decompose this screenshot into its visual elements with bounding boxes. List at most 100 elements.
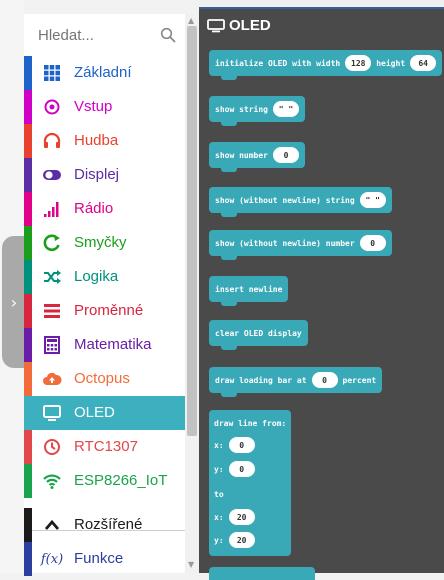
monitor-icon bbox=[43, 405, 61, 421]
wifi-icon bbox=[43, 474, 61, 489]
block-clear-oled[interactable]: clear OLED display bbox=[209, 320, 308, 350]
block-text: draw loading bar at bbox=[215, 375, 307, 385]
scrollbar-thumb[interactable] bbox=[187, 26, 197, 436]
block-show-number-no-newline[interactable]: show (without newline) number 0 bbox=[209, 230, 392, 260]
category-matematika[interactable]: Matematika bbox=[24, 328, 185, 362]
category-color-bar bbox=[24, 226, 32, 260]
width-value-pill[interactable]: 128 bbox=[345, 55, 372, 71]
signal-icon bbox=[44, 202, 59, 217]
block-text: show number bbox=[215, 150, 268, 160]
monitor-icon bbox=[207, 18, 225, 32]
block-partial-next[interactable] bbox=[209, 567, 315, 580]
search-icon[interactable] bbox=[160, 27, 176, 43]
draw-line-y2-row: y: 20 bbox=[214, 532, 255, 548]
category-rozsirene[interactable]: Rozšířené bbox=[24, 508, 185, 542]
flyout-title: OLED bbox=[207, 17, 271, 34]
category-label: Rozšířené bbox=[74, 516, 143, 533]
flyout-top-accent bbox=[199, 7, 444, 9]
category-color-bar bbox=[24, 56, 32, 90]
category-esp8266-iot[interactable]: ESP8266_IoT bbox=[24, 464, 185, 498]
scroll-up-icon[interactable]: ▲ bbox=[188, 16, 194, 25]
percent-value-pill[interactable]: 0 bbox=[311, 372, 338, 388]
block-notch bbox=[221, 393, 237, 397]
block-text: insert newline bbox=[215, 284, 283, 294]
category-color-bar bbox=[24, 192, 32, 226]
category-label: Hudba bbox=[74, 132, 119, 149]
block-text: height bbox=[376, 58, 406, 68]
draw-line-title: draw line from: bbox=[214, 419, 287, 428]
calculator-icon bbox=[44, 336, 60, 354]
x-label: x: bbox=[214, 440, 224, 450]
block-notch bbox=[221, 168, 237, 172]
block-draw-line[interactable]: draw line from: x: 0 y: 0 to x: 20 y: 20 bbox=[209, 410, 291, 556]
y2-value-pill[interactable]: 20 bbox=[228, 532, 255, 548]
category-label: Matematika bbox=[74, 336, 152, 353]
function-icon: f(x) bbox=[40, 551, 64, 567]
search-bar bbox=[24, 14, 185, 56]
collapse-toolbox-tab[interactable]: › bbox=[2, 236, 26, 368]
block-draw-loading-bar[interactable]: draw loading bar at 0 percent bbox=[209, 367, 383, 397]
category-logika[interactable]: Logika bbox=[24, 260, 185, 294]
block-text: show (without newline) number bbox=[215, 238, 355, 248]
category-hudba[interactable]: Hudba bbox=[24, 124, 185, 158]
block-show-number[interactable]: show number 0 bbox=[209, 142, 305, 172]
string-value-pill[interactable]: " " bbox=[359, 192, 386, 208]
x2-value-pill[interactable]: 20 bbox=[228, 509, 255, 525]
target-icon bbox=[44, 99, 60, 115]
category-color-bar bbox=[24, 464, 32, 498]
loop-icon bbox=[43, 234, 60, 252]
category-color-bar bbox=[24, 396, 32, 430]
search-input[interactable] bbox=[38, 24, 148, 46]
number-value-pill[interactable]: 0 bbox=[272, 147, 299, 163]
category-zakladni[interactable]: Základní bbox=[24, 56, 185, 90]
category-funkce[interactable]: f(x) Funkce bbox=[24, 542, 185, 576]
category-rtc1307[interactable]: RTC1307 bbox=[24, 430, 185, 464]
block-show-string[interactable]: show string " " bbox=[209, 96, 305, 126]
category-label: Octopus bbox=[74, 370, 130, 387]
block-insert-newline[interactable]: insert newline bbox=[209, 276, 289, 306]
category-label: Proměnné bbox=[74, 302, 144, 319]
category-color-bar bbox=[24, 90, 32, 124]
category-oled[interactable]: OLED bbox=[24, 396, 185, 430]
block-text: show (without newline) string bbox=[215, 195, 355, 205]
draw-line-x2-row: x: 20 bbox=[214, 509, 255, 525]
category-promenne[interactable]: Proměnné bbox=[24, 294, 185, 328]
draw-line-to: to bbox=[214, 490, 224, 499]
category-octopus[interactable]: Octopus bbox=[24, 362, 185, 396]
y-label: y: bbox=[214, 535, 224, 545]
block-notch bbox=[221, 76, 237, 80]
category-radio[interactable]: Rádio bbox=[24, 192, 185, 226]
scroll-down-icon[interactable]: ▼ bbox=[188, 560, 194, 569]
block-text: initialize OLED with width bbox=[215, 58, 341, 68]
block-initialize-oled[interactable]: initialize OLED with width 128 height 64 bbox=[209, 50, 443, 80]
category-vstup[interactable]: Vstup bbox=[24, 90, 185, 124]
cloud-icon bbox=[43, 372, 62, 385]
block-show-string-no-newline[interactable]: show (without newline) string " " bbox=[209, 187, 392, 217]
y1-value-pill[interactable]: 0 bbox=[228, 461, 255, 477]
lines-icon bbox=[44, 304, 60, 318]
block-notch bbox=[221, 256, 237, 260]
category-color-bar bbox=[24, 542, 32, 576]
flyout-panel: OLED initialize OLED with width 128 heig… bbox=[199, 7, 444, 580]
y-label: y: bbox=[214, 464, 224, 474]
category-color-bar bbox=[24, 124, 32, 158]
number-value-pill[interactable]: 0 bbox=[359, 235, 386, 251]
toolbox: Základní Vstup Hudba Displej Rádio bbox=[24, 14, 185, 576]
toolbox-scrollbar[interactable]: ▲ ▼ bbox=[185, 14, 199, 573]
chevron-right-icon: › bbox=[10, 292, 18, 312]
shuffle-icon bbox=[44, 270, 61, 284]
grid-icon bbox=[44, 65, 60, 81]
category-displej[interactable]: Displej bbox=[24, 158, 185, 192]
height-value-pill[interactable]: 64 bbox=[410, 55, 437, 71]
x1-value-pill[interactable]: 0 bbox=[228, 437, 255, 453]
toggle-icon bbox=[43, 170, 61, 180]
category-color-bar bbox=[24, 260, 32, 294]
draw-line-y1-row: y: 0 bbox=[214, 461, 255, 477]
category-label: Rádio bbox=[74, 200, 114, 217]
category-label: Základní bbox=[74, 64, 132, 81]
block-notch bbox=[221, 302, 237, 306]
category-label: OLED bbox=[74, 404, 115, 421]
draw-line-x1-row: x: 0 bbox=[214, 437, 255, 453]
category-smycky[interactable]: Smyčky bbox=[24, 226, 185, 260]
string-value-pill[interactable]: " " bbox=[272, 101, 299, 117]
